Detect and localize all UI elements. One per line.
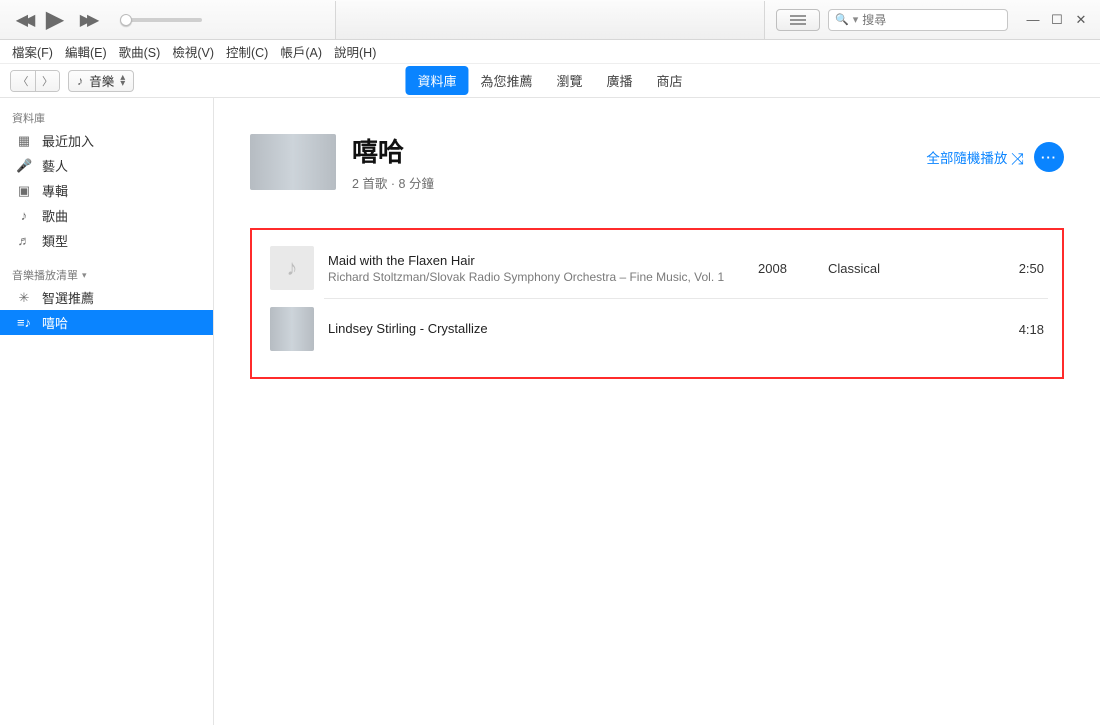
- up-next-button[interactable]: [776, 9, 820, 31]
- sidebar-item-genres[interactable]: ♬ 類型: [0, 228, 213, 253]
- more-actions-button[interactable]: ···: [1034, 142, 1064, 172]
- track-row[interactable]: ♪ Maid with the Flaxen Hair Richard Stol…: [266, 238, 1048, 298]
- music-note-icon: ♪: [77, 74, 83, 88]
- sidebar-item-label: 專輯: [42, 181, 68, 200]
- next-button[interactable]: ▶▶: [76, 9, 98, 31]
- calendar-icon: ▦: [16, 133, 32, 149]
- menu-view[interactable]: 檢視(V): [172, 42, 214, 61]
- mic-icon: 🎤: [16, 158, 32, 174]
- music-note-icon: ♪: [287, 255, 298, 281]
- track-row[interactable]: Lindsey Stirling - Crystallize 4:18: [266, 299, 1048, 359]
- playlist-artwork[interactable]: [250, 134, 336, 190]
- sub-toolbar: 〈 〉 ♪ 音樂 ▴▾ 資料庫 為您推薦 瀏覽 廣播 商店: [0, 64, 1100, 98]
- play-button[interactable]: ▶: [44, 9, 66, 31]
- main-split: 資料庫 ▦ 最近加入 🎤 藝人 ▣ 專輯 ♪ 歌曲 ♬ 類型 音樂播放清單 ▾ ✳ 智選推薦…: [0, 98, 1100, 725]
- playlist-title-block: 嘻哈 2 首歌 · 8 分鐘: [352, 132, 434, 192]
- sidebar: 資料庫 ▦ 最近加入 🎤 藝人 ▣ 專輯 ♪ 歌曲 ♬ 類型 音樂播放清單 ▾ ✳ 智選推薦…: [0, 98, 214, 725]
- track-title: Maid with the Flaxen Hair: [328, 253, 758, 268]
- shuffle-icon: ⤨: [1011, 151, 1024, 168]
- nav-forward-button[interactable]: 〉: [35, 71, 59, 91]
- sidebar-item-artists[interactable]: 🎤 藝人: [0, 153, 213, 178]
- sidebar-item-label: 藝人: [42, 156, 68, 175]
- sidebar-item-label: 類型: [42, 231, 68, 250]
- track-list-highlight: ♪ Maid with the Flaxen Hair Richard Stol…: [250, 228, 1064, 379]
- track-duration: 2:50: [994, 261, 1044, 276]
- volume-slider[interactable]: [122, 18, 202, 22]
- sidebar-item-label: 最近加入: [42, 131, 94, 150]
- sidebar-item-albums[interactable]: ▣ 專輯: [0, 178, 213, 203]
- track-subtitle: Richard Stoltzman/Slovak Radio Symphony …: [328, 270, 758, 284]
- volume-thumb[interactable]: [120, 14, 132, 26]
- sidebar-playlist-hiphop[interactable]: ≡♪ 嘻哈: [0, 310, 213, 335]
- track-thumb: [270, 307, 314, 351]
- sidebar-section-label: 音樂播放清單: [12, 267, 78, 283]
- search-field[interactable]: 🔍 ▾: [828, 9, 1008, 31]
- window-controls: — ☐ ✕: [1026, 13, 1088, 27]
- tab-for-you[interactable]: 為您推薦: [468, 66, 544, 95]
- previous-button[interactable]: ◀◀: [12, 9, 34, 31]
- menu-help[interactable]: 說明(H): [334, 42, 376, 61]
- menu-account[interactable]: 帳戶(A): [280, 42, 322, 61]
- menubar: 檔案(F) 編輯(E) 歌曲(S) 檢視(V) 控制(C) 帳戶(A) 說明(H…: [0, 40, 1100, 64]
- titlebar-right-cluster: 🔍 ▾ — ☐ ✕: [776, 9, 1094, 31]
- nav-back-button[interactable]: 〈: [11, 71, 35, 91]
- sidebar-item-label: 嘻哈: [42, 313, 68, 332]
- sidebar-item-recent[interactable]: ▦ 最近加入: [0, 128, 213, 153]
- sidebar-playlist-genius[interactable]: ✳ 智選推薦: [0, 285, 213, 310]
- tab-library[interactable]: 資料庫: [405, 66, 468, 95]
- track-thumb: ♪: [270, 246, 314, 290]
- track-meta: Lindsey Stirling - Crystallize: [328, 321, 758, 338]
- library-picker-label: 音樂: [89, 71, 114, 90]
- window-minimize-button[interactable]: —: [1026, 13, 1040, 27]
- sidebar-section-library: 資料庫: [0, 106, 213, 128]
- sidebar-item-label: 智選推薦: [42, 288, 94, 307]
- picker-stepper-icon: ▴▾: [120, 75, 125, 87]
- shuffle-all-button[interactable]: 全部隨機播放 ⤨: [926, 147, 1024, 168]
- tab-store[interactable]: 商店: [645, 66, 695, 95]
- search-icon: 🔍: [835, 13, 849, 26]
- track-genre: Classical: [828, 261, 968, 276]
- shuffle-all-label: 全部隨機播放: [926, 151, 1007, 166]
- playlist-header-actions: 全部隨機播放 ⤨ ···: [926, 142, 1064, 172]
- menu-song[interactable]: 歌曲(S): [119, 42, 161, 61]
- genre-icon: ♬: [16, 233, 32, 248]
- track-meta: Maid with the Flaxen Hair Richard Stoltz…: [328, 253, 758, 284]
- menu-controls[interactable]: 控制(C): [226, 42, 268, 61]
- menu-file[interactable]: 檔案(F): [12, 42, 53, 61]
- search-input[interactable]: [862, 13, 1001, 27]
- note-icon: ♪: [16, 208, 32, 223]
- playlist-title: 嘻哈: [352, 132, 434, 169]
- track-title: Lindsey Stirling - Crystallize: [328, 321, 758, 336]
- nav-back-forward: 〈 〉: [10, 70, 60, 92]
- track-year: 2008: [758, 261, 828, 276]
- window-close-button[interactable]: ✕: [1074, 13, 1088, 27]
- playlist-subtitle: 2 首歌 · 8 分鐘: [352, 173, 434, 192]
- chevron-down-icon: ▾: [82, 270, 87, 281]
- sidebar-item-songs[interactable]: ♪ 歌曲: [0, 203, 213, 228]
- sidebar-section-playlists[interactable]: 音樂播放清單 ▾: [0, 263, 213, 285]
- playlist-icon: ≡♪: [16, 315, 32, 330]
- center-tabs: 資料庫 為您推薦 瀏覽 廣播 商店: [405, 66, 694, 95]
- track-duration: 4:18: [994, 322, 1044, 337]
- menu-edit[interactable]: 編輯(E): [65, 42, 107, 61]
- window-maximize-button[interactable]: ☐: [1050, 13, 1064, 27]
- tab-browse[interactable]: 瀏覽: [544, 66, 594, 95]
- library-picker[interactable]: ♪ 音樂 ▴▾: [68, 70, 134, 92]
- content-area: 嘻哈 2 首歌 · 8 分鐘 全部隨機播放 ⤨ ··· ♪ Maid with …: [214, 98, 1100, 725]
- tab-radio[interactable]: 廣播: [595, 66, 645, 95]
- atom-icon: ✳: [16, 290, 32, 306]
- now-playing-display: [335, 1, 765, 39]
- player-controls: ◀◀ ▶ ▶▶: [0, 9, 202, 31]
- chevron-down-icon: ▾: [853, 13, 859, 26]
- album-icon: ▣: [16, 183, 32, 199]
- titlebar: ◀◀ ▶ ▶▶ 🔍 ▾ — ☐ ✕: [0, 0, 1100, 40]
- sidebar-item-label: 歌曲: [42, 206, 68, 225]
- list-icon: [789, 14, 807, 26]
